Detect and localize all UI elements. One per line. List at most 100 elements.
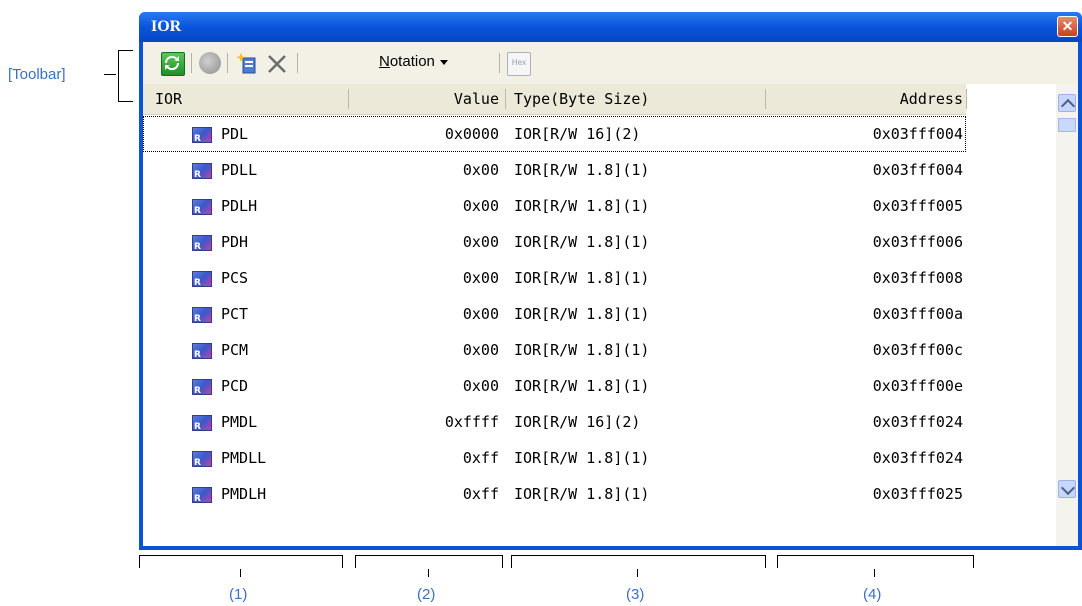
cell-ior-name: PCM [221, 341, 249, 359]
table-row[interactable]: PDL 0x0000 IOR[R/W 16](2) 0x03fff004 [143, 116, 966, 152]
cell-value[interactable]: 0xff [353, 476, 499, 512]
header-separator[interactable] [505, 89, 506, 109]
notation-menu-button[interactable]: Notation [379, 53, 448, 70]
cell-type: IOR[R/W 1.8](1) [514, 377, 650, 395]
cell-ior-name: PDH [221, 233, 249, 251]
ior-grid: IOR Value Type(Byte Size) Address PDL 0x… [143, 84, 1078, 546]
table-row[interactable]: PCS 0x00 IOR[R/W 1.8](1) 0x03fff008 [143, 260, 966, 296]
register-icon [192, 379, 212, 396]
header-separator[interactable] [765, 89, 766, 109]
cell-type: IOR[R/W 16](2) [514, 125, 641, 143]
toolbar-callout-label: [Toolbar] [8, 66, 66, 83]
watch-icon[interactable] [199, 52, 221, 74]
hex-icon[interactable]: Hex [507, 52, 531, 76]
cell-type: IOR[R/W 16](2) [514, 413, 641, 431]
toolbar-separator [499, 53, 500, 73]
close-button[interactable]: ✕ [1057, 16, 1078, 37]
notation-mnemonic: N [379, 53, 390, 70]
column-callout-4: (4) [863, 586, 882, 603]
cell-address: 0x03fff005 [872, 197, 963, 215]
column-header-type[interactable]: Type(Byte Size) [514, 84, 764, 114]
table-row[interactable]: PMDLL 0xff IOR[R/W 1.8](1) 0x03fff024 [143, 440, 966, 476]
register-icon [192, 307, 212, 324]
scroll-up-button[interactable] [1058, 94, 1076, 114]
scroll-down-button[interactable] [1058, 480, 1076, 498]
header-separator[interactable] [348, 89, 349, 109]
cell-type: IOR[R/W 1.8](1) [514, 161, 650, 179]
cell-value[interactable]: 0x00 [353, 188, 499, 224]
register-icon [192, 163, 212, 180]
register-icon [192, 271, 212, 288]
cell-type: IOR[R/W 1.8](1) [514, 197, 650, 215]
cell-value[interactable]: 0x00 [353, 296, 499, 332]
scroll-thumb[interactable] [1058, 118, 1076, 132]
window-body: Notation Hex IOR Value Type(Byte Size) A… [143, 42, 1078, 546]
column-header-ior[interactable]: IOR [155, 84, 335, 114]
chevron-up-icon [1060, 98, 1076, 114]
cell-ior-name: PCT [221, 305, 249, 323]
cell-address: 0x03fff004 [872, 161, 963, 179]
cell-ior-name: PDLL [221, 161, 258, 179]
register-icon [192, 451, 212, 468]
cell-address: 0x03fff00a [872, 305, 963, 323]
table-row[interactable]: PCM 0x00 IOR[R/W 1.8](1) 0x03fff00c [143, 332, 966, 368]
cell-ior-name: PMDL [221, 413, 258, 431]
cell-type: IOR[R/W 1.8](1) [514, 305, 650, 323]
cell-type: IOR[R/W 1.8](1) [514, 233, 650, 251]
table-row[interactable]: PMDLH 0xff IOR[R/W 1.8](1) 0x03fff025 [143, 476, 966, 512]
cell-value[interactable]: 0xffff [353, 404, 499, 440]
header-separator[interactable] [966, 89, 967, 109]
hex-label: Hex [511, 58, 527, 67]
column-callout-3: (3) [626, 586, 645, 603]
window-title: IOR [151, 18, 182, 35]
toolbar-separator [297, 53, 298, 73]
table-row[interactable]: PDH 0x00 IOR[R/W 1.8](1) 0x03fff006 [143, 224, 966, 260]
cell-value[interactable]: 0x00 [353, 224, 499, 260]
cell-type: IOR[R/W 1.8](1) [514, 485, 650, 503]
table-row[interactable]: PDLH 0x00 IOR[R/W 1.8](1) 0x03fff005 [143, 188, 966, 224]
cell-value[interactable]: 0x00 [353, 332, 499, 368]
chevron-down-icon [1060, 480, 1076, 496]
cell-ior-name: PDLH [221, 197, 258, 215]
delete-icon[interactable] [265, 52, 287, 74]
table-row[interactable]: PDLL 0x00 IOR[R/W 1.8](1) 0x03fff004 [143, 152, 966, 188]
vertical-scrollbar[interactable] [1056, 84, 1078, 546]
toolbar-separator [191, 53, 192, 73]
cell-ior-name: PDL [221, 125, 249, 143]
toolbar: Notation Hex [143, 42, 1078, 84]
register-icon [192, 415, 212, 432]
refresh-icon[interactable] [161, 52, 185, 76]
cell-address: 0x03fff024 [872, 449, 963, 467]
column-header-value[interactable]: Value [353, 84, 499, 114]
cell-ior-name: PCD [221, 377, 249, 395]
new-item-icon[interactable] [235, 52, 257, 74]
cell-value[interactable]: 0x00 [353, 260, 499, 296]
cell-type: IOR[R/W 1.8](1) [514, 341, 650, 359]
ior-window: IOR ✕ Notation Hex IOR Value Type(Byte S… [139, 12, 1082, 550]
chevron-down-icon [439, 59, 448, 65]
register-icon [192, 235, 212, 252]
cell-ior-name: PMDLL [221, 449, 267, 467]
column-header-address[interactable]: Address [773, 84, 963, 114]
column-callout-2: (2) [417, 586, 436, 603]
table-row[interactable]: PCT 0x00 IOR[R/W 1.8](1) 0x03fff00a [143, 296, 966, 332]
cell-address: 0x03fff024 [872, 413, 963, 431]
toolbar-separator [227, 53, 228, 73]
grid-header: IOR Value Type(Byte Size) Address [143, 84, 967, 115]
cell-address: 0x03fff00e [872, 377, 963, 395]
cell-value[interactable]: 0x00 [353, 152, 499, 188]
cell-address: 0x03fff004 [872, 125, 963, 143]
cell-address: 0x03fff00c [872, 341, 963, 359]
cell-value[interactable]: 0x0000 [353, 116, 499, 152]
cell-address: 0x03fff006 [872, 233, 963, 251]
cell-ior-name: PMDLH [221, 485, 267, 503]
table-row[interactable]: PCD 0x00 IOR[R/W 1.8](1) 0x03fff00e [143, 368, 966, 404]
cell-type: IOR[R/W 1.8](1) [514, 449, 650, 467]
notation-label: otation [389, 53, 435, 70]
cell-value[interactable]: 0x00 [353, 368, 499, 404]
cell-address: 0x03fff008 [872, 269, 963, 287]
cell-type: IOR[R/W 1.8](1) [514, 269, 650, 287]
register-icon [192, 199, 212, 216]
cell-value[interactable]: 0xff [353, 440, 499, 476]
table-row[interactable]: PMDL 0xffff IOR[R/W 16](2) 0x03fff024 [143, 404, 966, 440]
